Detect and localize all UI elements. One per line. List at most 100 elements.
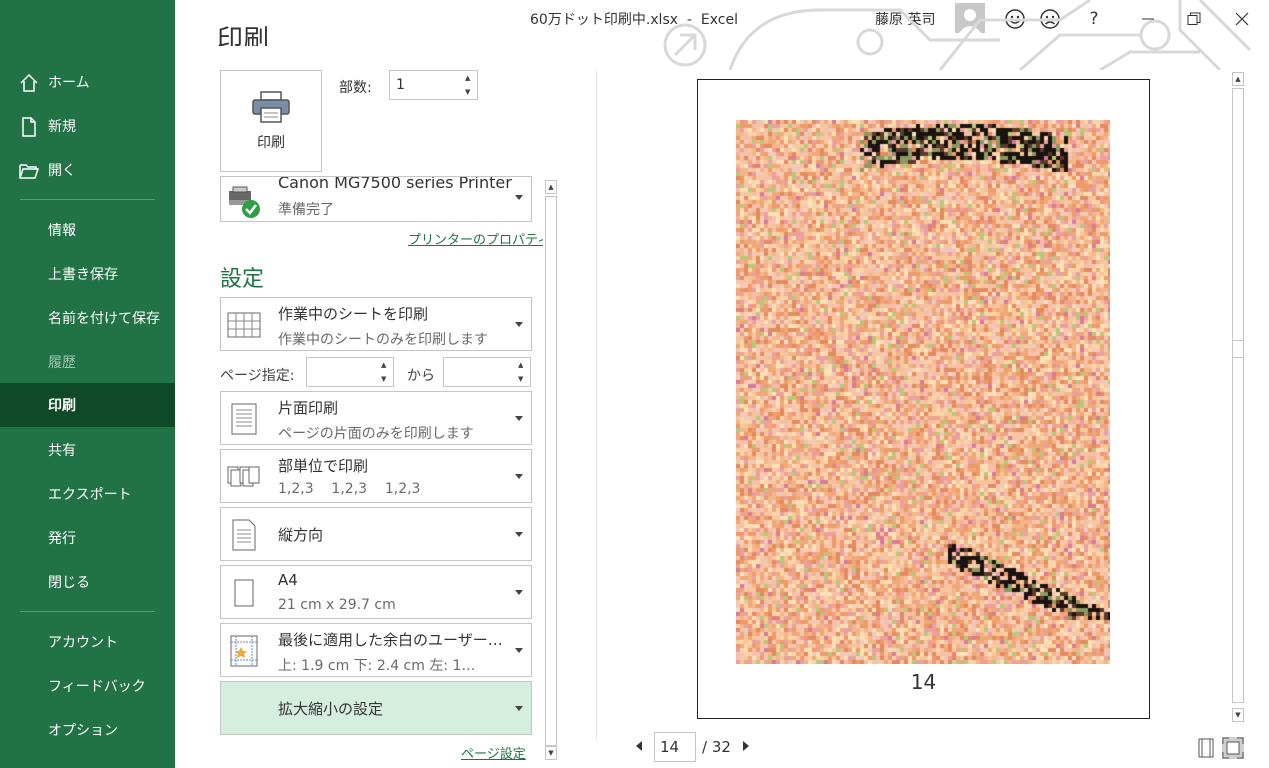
pages-from-spin-arrows[interactable]: ▲ ▼: [381, 360, 391, 384]
scroll-up-arrow[interactable]: ▲: [545, 180, 557, 194]
back-arrow-icon[interactable]: [18, 22, 38, 42]
chevron-down-icon: [515, 195, 523, 200]
sides-desc: ページの片面のみを印刷します: [278, 426, 474, 442]
printer-properties-link[interactable]: プリンターのプロパティ: [408, 229, 550, 248]
print-what-title: 作業中のシートを印刷: [278, 305, 429, 323]
zoom-to-page-icon: [1222, 737, 1244, 759]
sidebar-item-label: 情報: [48, 223, 76, 239]
sidebar-item-account[interactable]: アカウント: [0, 620, 175, 664]
copies-input[interactable]: [390, 71, 477, 99]
sidebar-item-open[interactable]: 開く: [0, 148, 175, 192]
copies-label: 部数:: [339, 80, 372, 96]
paper-size-dropdown[interactable]: A4 21 cm x 29.7 cm: [220, 565, 532, 619]
copies-spin-arrows[interactable]: ▲ ▼: [465, 73, 475, 97]
scroll-track[interactable]: [1232, 88, 1244, 703]
pages-to-stepper[interactable]: ▲ ▼: [443, 357, 531, 387]
sidebar-item-label: フィードバック: [48, 679, 146, 695]
margins-desc: 上: 1.9 cm 下: 2.4 cm 左: 1…: [278, 658, 476, 674]
sidebar-item-new[interactable]: 新規: [0, 104, 175, 148]
sidebar-item-label: 共有: [48, 443, 76, 459]
scaling-title: 拡大縮小の設定: [278, 700, 384, 718]
pages-from-stepper[interactable]: ▲ ▼: [306, 357, 394, 387]
sidebar-item-label: 発行: [48, 531, 76, 547]
chevron-down-icon: [515, 648, 523, 653]
print-what-dropdown[interactable]: 作業中のシートを印刷 作業中のシートのみを印刷します: [220, 297, 532, 351]
pages-to-label: から: [407, 368, 435, 384]
sidebar-item-label: アカウント: [48, 635, 118, 651]
current-page-input[interactable]: [655, 733, 695, 761]
scroll-thumb[interactable]: [1232, 340, 1244, 358]
preview-page: 14: [697, 79, 1150, 719]
next-page-button[interactable]: [743, 741, 749, 751]
sidebar-item-label: オプション: [48, 723, 118, 739]
sidebar-item-label: 印刷: [48, 398, 76, 414]
sidebar-item-share[interactable]: 共有: [0, 428, 175, 472]
chevron-down-icon: [515, 416, 523, 421]
sidebar-item-save[interactable]: 上書き保存: [0, 252, 175, 296]
printer-status: 準備完了: [278, 202, 334, 218]
sides-dropdown[interactable]: 片面印刷 ページの片面のみを印刷します: [220, 391, 532, 445]
sidebar-item-feedback[interactable]: フィードバック: [0, 664, 175, 708]
margins-dropdown[interactable]: 最後に適用した余白のユーザー… 上: 1.9 cm 下: 2.4 cm 左: 1…: [220, 623, 532, 677]
sidebar-item-label: 履歴: [48, 355, 76, 371]
sidebar-item-label: 新規: [48, 119, 76, 135]
scroll-down-arrow[interactable]: ▼: [1232, 708, 1244, 722]
collation-title: 部単位で印刷: [278, 457, 369, 475]
printer-dropdown[interactable]: Canon MG7500 series Printer 準備完了: [220, 176, 532, 222]
previous-page-button[interactable]: [636, 741, 642, 751]
preview-scrollbar[interactable]: ▲ ▼: [1230, 70, 1246, 725]
sidebar-item-close[interactable]: 閉じる: [0, 560, 175, 604]
collation-desc: 1,2,3 1,2,3 1,2,3: [278, 481, 421, 497]
current-page-field[interactable]: [654, 732, 696, 762]
settings-scrollbar[interactable]: ▲ ▼: [543, 178, 559, 763]
sidebar-item-export[interactable]: エクスポート: [0, 472, 175, 516]
show-margins-button[interactable]: [1195, 737, 1217, 759]
paper-size-icon: [234, 579, 254, 607]
settings-title: 設定: [220, 267, 265, 292]
sidebar-item-save-as[interactable]: 名前を付けて保存: [0, 296, 175, 340]
page-title: 印刷: [217, 25, 270, 46]
scroll-up-arrow[interactable]: ▲: [1232, 72, 1244, 86]
printer-name: Canon MG7500 series Printer: [278, 176, 512, 192]
page-setup-link[interactable]: ページ設定: [461, 743, 526, 762]
orientation-title: 縦方向: [278, 526, 324, 544]
page-number-footer: 14: [910, 670, 937, 694]
show-margins-icon: [1198, 738, 1214, 758]
sidebar-item-label: 開く: [48, 163, 76, 179]
one-sided-page-icon: [231, 403, 257, 435]
chevron-down-icon: [515, 706, 523, 711]
sidebar-item-print[interactable]: 印刷: [0, 383, 175, 427]
sidebar-item-label: ホーム: [48, 75, 90, 91]
scroll-track[interactable]: [545, 196, 557, 746]
print-settings-pane: 印刷 印刷 部数: ▲▼ Canon MG7500 series Printer…: [175, 0, 595, 768]
scroll-down-arrow[interactable]: ▼: [545, 746, 557, 760]
circuit-background-decoration: [663, 0, 1252, 70]
sidebar-item-label: 名前を付けて保存: [48, 311, 160, 327]
collation-dropdown[interactable]: 部単位で印刷 1,2,3 1,2,3 1,2,3: [220, 449, 532, 503]
collated-pages-icon: [227, 466, 260, 487]
sidebar-item-info[interactable]: 情報: [0, 208, 175, 252]
sidebar-item-home[interactable]: ホーム: [0, 60, 175, 104]
sidebar-item-label: 上書き保存: [48, 267, 118, 283]
printer-icon: [252, 91, 290, 123]
margins-title: 最後に適用した余白のユーザー…: [278, 631, 503, 649]
copies-stepper[interactable]: ▲▼: [389, 70, 478, 100]
print-button[interactable]: 印刷: [220, 70, 322, 172]
scaling-dropdown[interactable]: 拡大縮小の設定: [220, 681, 532, 735]
zoom-to-page-button[interactable]: [1222, 737, 1244, 759]
print-button-label: 印刷: [257, 135, 285, 151]
sidebar-item-options[interactable]: オプション: [0, 708, 175, 752]
paper-size-title: A4: [278, 571, 298, 589]
sidebar-item-publish[interactable]: 発行: [0, 516, 175, 560]
orientation-dropdown[interactable]: 縦方向: [220, 507, 532, 561]
pages-label: ページ指定:: [220, 368, 295, 384]
home-icon: [20, 73, 38, 92]
sheet-grid-icon: [227, 312, 261, 338]
print-what-desc: 作業中のシートのみを印刷します: [278, 332, 488, 348]
open-folder-icon: [19, 164, 40, 179]
pages-to-spin-arrows[interactable]: ▲ ▼: [518, 360, 528, 384]
paper-size-desc: 21 cm x 29.7 cm: [278, 597, 396, 613]
new-document-icon: [22, 117, 36, 137]
pixel-mosaic-image: [736, 120, 1110, 664]
printer-ready-icon: [229, 186, 260, 218]
